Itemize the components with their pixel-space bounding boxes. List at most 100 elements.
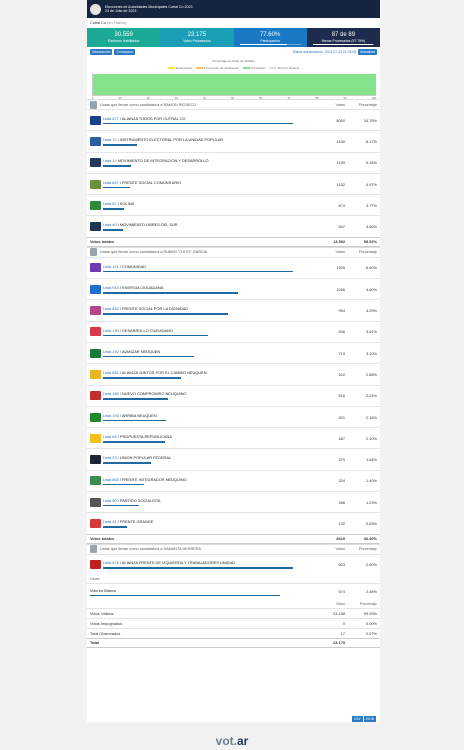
- list-number[interactable]: Lista 661: [103, 370, 119, 375]
- party-name: / ALIANZA TODOS POR CUTRAL CO: [118, 115, 186, 121]
- party-logo-icon: [90, 518, 101, 528]
- axis-tick: 40: [203, 97, 206, 100]
- party-name: / INSTRUMENTO ELECTORAL POR LA UNIDAD PO…: [116, 137, 224, 143]
- party-label: Lista 914 / ENERGIA CIUDADANA: [103, 285, 315, 290]
- party-bar: [103, 355, 194, 358]
- list-number[interactable]: Lista 863: [103, 477, 119, 482]
- list-number[interactable]: Lista 64: [103, 434, 117, 439]
- party-row[interactable]: Lista 64 / PROPUESTA REPUBLICANA 487 2.10%: [87, 427, 380, 448]
- party-row[interactable]: Lista 192 / AVANZAR NEUQUEN 719 3.10%: [87, 341, 380, 363]
- list-number[interactable]: Lista 191: [103, 264, 119, 269]
- party-main: Lista 842 / FRENTE SOCIAL POR LA DIGNIDA…: [103, 300, 315, 320]
- party-logo-icon: [90, 200, 101, 210]
- party-name: / PARTIDO SOCIALISTA: [116, 497, 161, 503]
- party-pct: 3.66%: [365, 224, 377, 230]
- party-row[interactable]: Lista 1 / MOVIMIENTO DE INTEGRACION Y DE…: [87, 151, 380, 173]
- concepts-button[interactable]: Conceptos: [114, 49, 135, 55]
- party-row[interactable]: Lista 23 / UNION POPULAR FEDERAL 379 1.64%: [87, 448, 380, 469]
- party-row[interactable]: Lista 914 / ENERGIA CIUDADANA 1066 4.60%: [87, 278, 380, 299]
- party-label: Lista 40 / MOVIMIENTO LIBRES DEL SUR: [103, 222, 315, 227]
- party-main: Lista 64 / PROPUESTA REPUBLICANA: [103, 428, 315, 448]
- party-votes: 1430: [336, 138, 345, 144]
- list-number[interactable]: Lista 40: [103, 222, 117, 227]
- blank-main: Voto en Blanco: [90, 584, 315, 600]
- section-header: Listas que llevan como candidato/a a RAM…: [87, 99, 380, 109]
- party-row[interactable]: Lista 50 / PARTIDO SOCIALISTA 286 1.23%: [87, 491, 380, 512]
- party-logo-icon: [90, 306, 101, 316]
- section-header: Listas que llevan como candidato/a a SAM…: [87, 543, 380, 554]
- brand-part-b: ar: [237, 734, 249, 748]
- district-select-hint: (en Fidelio): [107, 21, 127, 25]
- stats-row: Votos Impugnados 0 0.00%: [87, 617, 380, 628]
- party-row[interactable]: Lista 661 / ALIANZA JUNTOS POR EL CAMBIO…: [87, 363, 380, 384]
- party-logo-icon: [90, 369, 101, 379]
- blank-header-label: Listas: [90, 576, 100, 581]
- party-logo-icon: [90, 115, 101, 125]
- party-main: Lista 40 / MOVIMIENTO LIBRES DEL SUR: [103, 216, 315, 236]
- party-label: Lista 72 / INSTRUMENTO ELECTORAL POR LA …: [103, 137, 315, 142]
- section-header: Listas que llevan como candidato/a a RUB…: [87, 246, 380, 257]
- party-row[interactable]: Lista 678 / ALIANZA FRENTE DE IZQUIERDA …: [87, 553, 380, 575]
- party-row[interactable]: Lista 190 / DESARROLLO CIUDADANO 836 3.61%: [87, 320, 380, 342]
- party-label: Lista 678 / ALIANZA FRENTE DE IZQUIERDA …: [103, 560, 315, 565]
- blank-header: Listas: [87, 575, 380, 583]
- party-row[interactable]: Lista 41 / FRENTE GRANDE 192 0.83%: [87, 512, 380, 533]
- stats-votes: 0: [342, 620, 345, 626]
- list-number[interactable]: Lista 842: [103, 306, 119, 311]
- refresh-button[interactable]: Actualizar: [358, 49, 377, 55]
- list-number[interactable]: Lista 1: [103, 158, 114, 163]
- party-logo-icon: [90, 263, 101, 273]
- list-number[interactable]: Lista 41: [103, 519, 117, 524]
- list-number[interactable]: Lista 677: [103, 116, 119, 121]
- party-bar: [103, 313, 229, 315]
- list-number[interactable]: Lista 678: [103, 560, 119, 565]
- list-number[interactable]: Lista 193: [103, 413, 119, 418]
- total-pct: 36.40%: [363, 536, 377, 542]
- party-name: / KOLINA: [116, 201, 135, 207]
- party-pct: 2.10%: [365, 435, 377, 441]
- party-row[interactable]: Lista 863 / FRENTE INTEGRADOR NEUQUINO 32…: [87, 469, 380, 491]
- party-row[interactable]: Lista 847 / FRENTE SOCIAL COMUNITARIO 115…: [87, 172, 380, 194]
- party-logo-icon: [90, 222, 101, 232]
- party-row[interactable]: Lista 677 / ALIANZA TODOS POR CUTRAL CO 8…: [87, 109, 380, 130]
- party-row[interactable]: Lista 842 / FRENTE SOCIAL POR LA DIGNIDA…: [87, 299, 380, 320]
- party-main: Lista 190 / DESARROLLO CIUDADANO: [103, 322, 315, 342]
- intro-button[interactable]: Introducción: [90, 49, 113, 55]
- csv-export-button[interactable]: CSV: [352, 716, 363, 722]
- party-votes: 1505: [336, 265, 345, 271]
- pct-column-header: Porcentaje: [358, 250, 377, 255]
- axis-tick: 100: [371, 97, 376, 100]
- total-label: Votos totales: [90, 536, 115, 542]
- party-name: / ENERGIA CIUDADANA: [118, 284, 164, 290]
- party-logo-icon: [90, 497, 101, 507]
- party-name: / AVANZAR NEUQUEN: [118, 348, 161, 354]
- party-row[interactable]: Lista 193 / ARRIBA NEUQUEN 501 2.16%: [87, 405, 380, 427]
- json-export-button[interactable]: JSON: [363, 716, 377, 722]
- list-number[interactable]: Lista 50: [103, 498, 117, 503]
- party-row[interactable]: Lista 67 / KOLINA 874 3.77%: [87, 194, 380, 215]
- district-select[interactable]: Cutral Co (en Fidelio): [87, 18, 380, 28]
- party-pct: 2.60%: [365, 562, 377, 568]
- list-number[interactable]: Lista 67: [103, 201, 117, 206]
- progress-title: Porcentaje de Actas por Estado: [212, 59, 255, 63]
- legend-item: En proceso de verificación: [195, 66, 240, 70]
- party-row[interactable]: Lista 180 / NUEVO COMPROMISO NEUQUINO 518…: [87, 384, 380, 406]
- list-number[interactable]: Lista 847: [103, 180, 119, 185]
- list-number[interactable]: Lista 190: [103, 328, 119, 333]
- summary-band: 30.559 Electores Habilitados 23.175 Votos …: [87, 28, 380, 47]
- party-row[interactable]: Lista 40 / MOVIMIENTO LIBRES DEL SUR 847 3…: [87, 215, 380, 236]
- party-pct: 1.64%: [365, 457, 377, 463]
- list-number[interactable]: Lista 180: [103, 391, 119, 396]
- party-votes: 8050: [336, 117, 345, 123]
- list-number[interactable]: Lista 72: [103, 137, 117, 142]
- election-date: 23 de Julio de 2023: [105, 9, 137, 13]
- legend-label: Sin/Con Defecto: [277, 66, 300, 70]
- list-number[interactable]: Lista 192: [103, 349, 119, 354]
- party-name: / FRENTE SOCIAL POR LA DIGNIDAD: [118, 306, 189, 312]
- party-row[interactable]: Lista 72 / INSTRUMENTO ELECTORAL POR LA …: [87, 130, 380, 151]
- list-number[interactable]: Lista 914: [103, 285, 119, 290]
- party-votes: 1066: [336, 286, 345, 292]
- list-number[interactable]: Lista 23: [103, 455, 117, 460]
- legend-label: En proceso de verificación: [203, 66, 240, 70]
- party-row[interactable]: Lista 191 / COMUNIDAD 1505 6.50%: [87, 256, 380, 278]
